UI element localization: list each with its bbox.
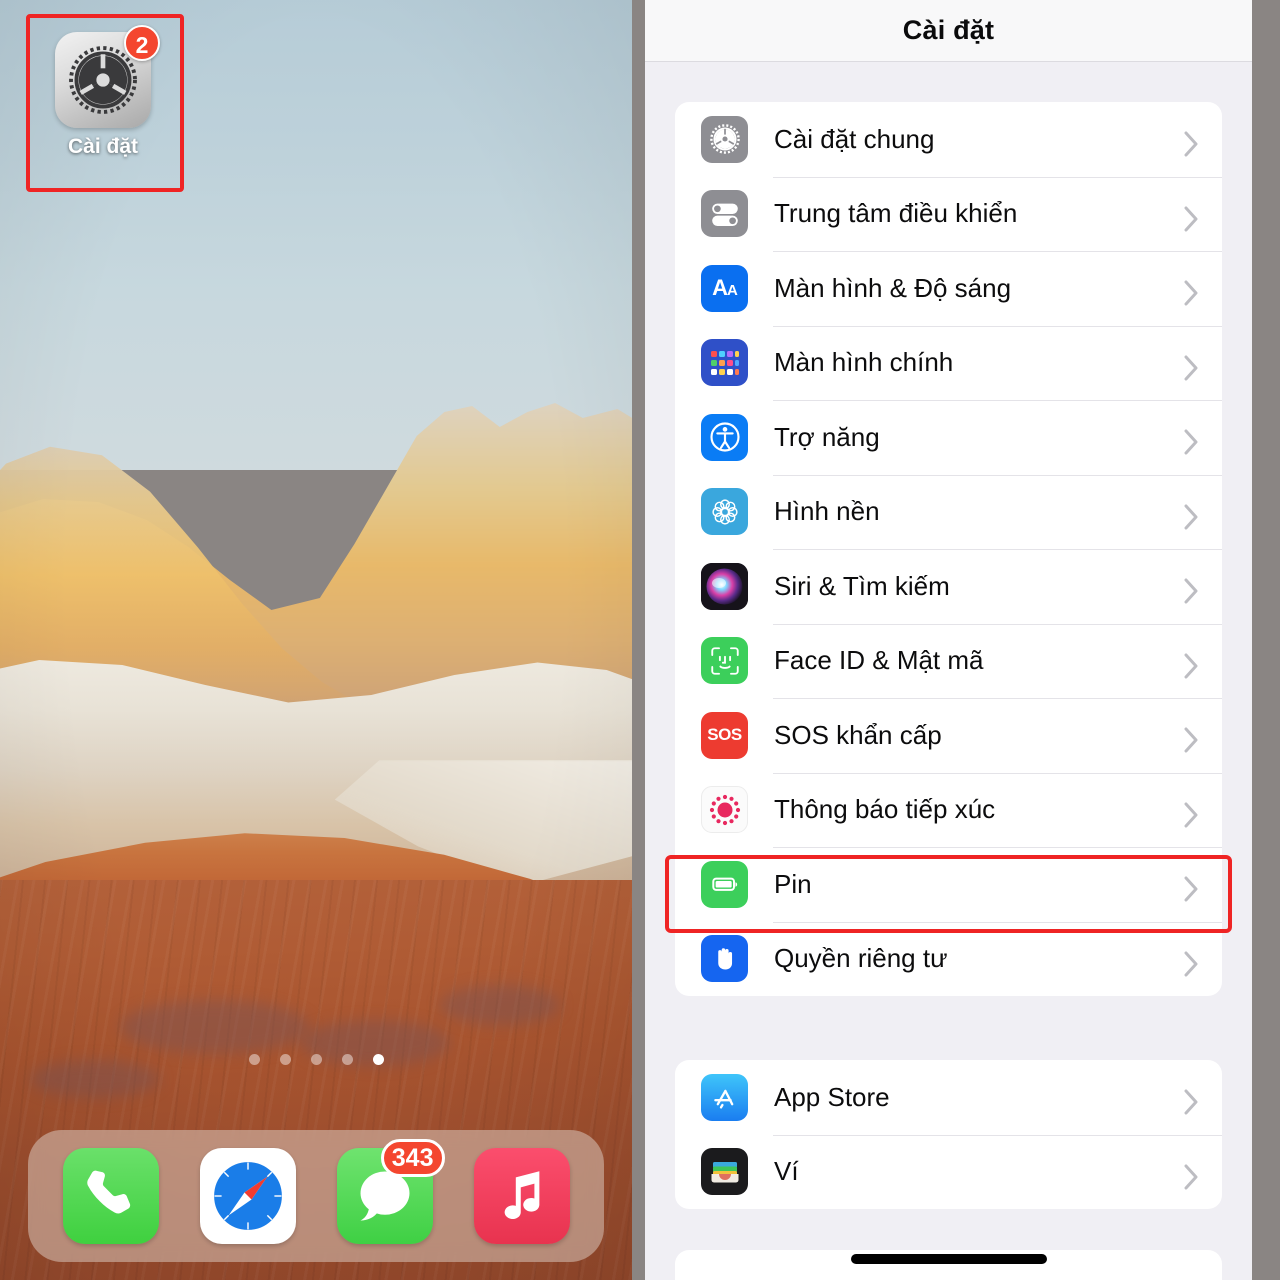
- chevron-right-icon: [1184, 206, 1200, 232]
- settings-app: Cài đặt Cài đặt chung Trung tâm điều khi…: [645, 0, 1266, 1280]
- settings-row-wallet[interactable]: Ví: [675, 1134, 1222, 1210]
- wallpaper-white-pocket: [0, 0, 632, 1280]
- home-app-settings[interactable]: 2 Cài đặt: [44, 25, 162, 159]
- settings-row-control-center[interactable]: Trung tâm điều khiển: [675, 176, 1222, 252]
- settings-row-home-screen[interactable]: Màn hình chính: [675, 325, 1222, 401]
- dock-app-phone[interactable]: [62, 1148, 159, 1244]
- settings-row-label: Màn hình chính: [774, 347, 954, 378]
- settings-row-label: Trợ năng: [774, 421, 880, 452]
- dock-app-messages[interactable]: 343: [336, 1139, 445, 1244]
- page-title: Cài đặt: [902, 15, 995, 45]
- settings-row-label: Trung tâm điều khiển: [774, 198, 1018, 229]
- settings-row-general[interactable]: Cài đặt chung: [675, 102, 1222, 177]
- flower-icon: [701, 488, 748, 536]
- settings-row-label: App Store: [774, 1081, 890, 1112]
- settings-row-battery[interactable]: Pin: [675, 847, 1222, 922]
- settings-row-label: Ví: [774, 1156, 799, 1187]
- app-grid-icon: [701, 339, 748, 387]
- settings-row-label: Siri & Tìm kiếm: [774, 570, 950, 601]
- page-dot-1: [248, 1054, 260, 1065]
- settings-row-accessibility[interactable]: Trợ năng: [675, 400, 1222, 475]
- chevron-right-icon: [1184, 727, 1200, 753]
- settings-row-label: Pin: [774, 868, 812, 899]
- compass-icon: [210, 1159, 285, 1233]
- accessibility-icon: [701, 413, 748, 461]
- settings-row-label: Face ID & Mật mã: [774, 645, 984, 676]
- siri-icon: [701, 562, 748, 610]
- chevron-right-icon: [1184, 653, 1200, 679]
- page-dots[interactable]: [0, 1054, 632, 1065]
- chevron-right-icon: [1184, 280, 1200, 306]
- chevron-right-icon: [1184, 1164, 1200, 1190]
- chevron-right-icon: [1184, 131, 1200, 157]
- aa-icon: AA: [701, 264, 748, 312]
- settings-row-emergency-sos[interactable]: SOS SOS khẩn cấp: [675, 698, 1222, 773]
- exposure-icon: [701, 786, 748, 834]
- settings-group-store: App Store Ví: [675, 1060, 1222, 1209]
- settings-row-label: Cài đặt chung: [774, 123, 935, 154]
- settings-group-main: Cài đặt chung Trung tâm điều khiển AA Mà…: [675, 102, 1222, 996]
- page-dot-4: [341, 1054, 353, 1065]
- page-dot-5: [372, 1054, 384, 1065]
- tutorial-screenshot: 2 Cài đặt 343 Cài đặt Cài đặt chung Trun…: [0, 0, 1280, 1280]
- hand-icon: [701, 935, 748, 983]
- settings-row-label: Thông báo tiếp xúc: [774, 794, 996, 825]
- settings-row-label: SOS khẩn cấp: [774, 719, 942, 750]
- dock: 343: [28, 1130, 604, 1262]
- settings-row-exposure-notifications[interactable]: Thông báo tiếp xúc: [675, 772, 1222, 848]
- battery-icon: [701, 860, 748, 908]
- chevron-right-icon: [1184, 802, 1200, 828]
- settings-list[interactable]: Cài đặt chung Trung tâm điều khiển AA Mà…: [645, 102, 1252, 1209]
- chevron-right-icon: [1184, 429, 1200, 455]
- faceid-icon: [701, 637, 748, 685]
- toggles-icon: [701, 190, 748, 238]
- settings-row-faceid-passcode[interactable]: Face ID & Mật mã: [675, 623, 1222, 699]
- settings-badge: 2: [124, 25, 160, 61]
- messages-badge: 343: [380, 1139, 445, 1177]
- settings-row-display-brightness[interactable]: AA Màn hình & Độ sáng: [675, 251, 1222, 326]
- music-note-icon: [504, 1171, 539, 1220]
- dock-app-music[interactable]: [473, 1148, 570, 1244]
- home-app-label: Cài đặt: [67, 135, 138, 158]
- chevron-right-icon: [1184, 876, 1200, 902]
- settings-row-label: Màn hình & Độ sáng: [774, 272, 1012, 303]
- phone-icon: [86, 1170, 130, 1214]
- settings-row-wallpaper[interactable]: Hình nền: [675, 474, 1222, 550]
- panel-divider: [632, 0, 645, 1280]
- chevron-right-icon: [1184, 355, 1200, 381]
- settings-row-app-store[interactable]: App Store: [675, 1060, 1222, 1135]
- settings-row-siri-search[interactable]: Siri & Tìm kiếm: [675, 549, 1222, 624]
- sos-icon: SOS: [701, 711, 748, 759]
- settings-row-label: Quyền riêng tư: [774, 943, 948, 974]
- chevron-right-icon: [1184, 1089, 1200, 1115]
- chevron-right-icon: [1184, 578, 1200, 604]
- iphone-home-screen: 2 Cài đặt 343: [0, 0, 632, 1280]
- wallet-icon: [701, 1148, 748, 1196]
- page-dot-3: [310, 1054, 322, 1065]
- settings-row-label: Hình nền: [774, 496, 880, 527]
- settings-row-privacy[interactable]: Quyền riêng tư: [675, 921, 1222, 997]
- page-dot-2: [279, 1054, 291, 1065]
- navigation-bar: Cài đặt: [645, 0, 1252, 62]
- chevron-right-icon: [1184, 951, 1200, 977]
- home-indicator: [850, 1254, 1047, 1264]
- chevron-right-icon: [1184, 504, 1200, 530]
- gear-icon: [701, 115, 748, 163]
- dock-app-safari[interactable]: [199, 1148, 296, 1244]
- appstore-icon: [701, 1073, 748, 1121]
